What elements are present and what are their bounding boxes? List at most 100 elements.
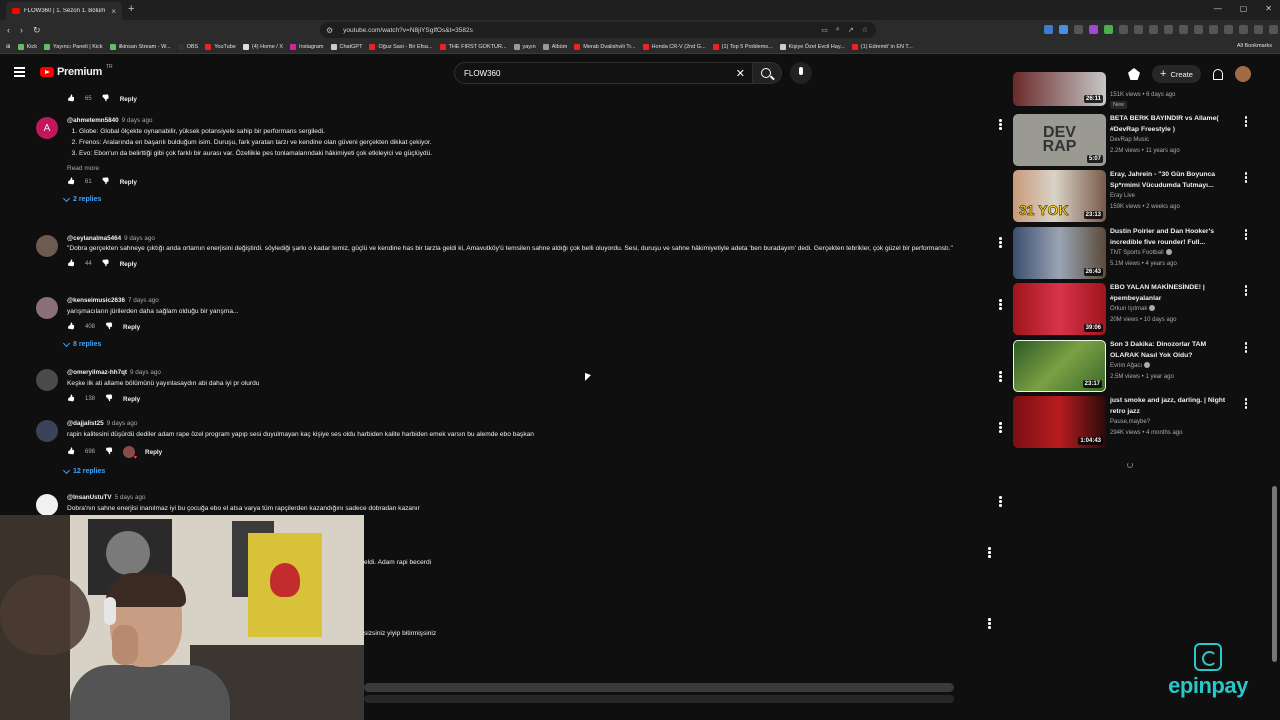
video-thumbnail[interactable]: 26:43 [1013,227,1106,279]
comment-time[interactable]: 9 days ago [122,117,153,124]
reply-button[interactable]: Reply [123,324,140,331]
browser-tab[interactable]: FLOW360 | 1. Sezon 1. Bölüm | S × [6,2,122,20]
like-button[interactable] [67,448,75,456]
avatar[interactable] [36,235,58,257]
comment-time[interactable]: 9 days ago [130,369,161,376]
profile-menu-icon[interactable] [1269,25,1278,34]
video-menu-icon[interactable] [1244,172,1247,184]
video-title[interactable]: Dustin Poirier and Dan Hooker's incredib… [1110,227,1228,248]
extension-icon[interactable] [1149,25,1158,34]
channel-name[interactable]: DevRap Music [1110,135,1228,146]
extension-icon[interactable] [1089,25,1098,34]
video-thumbnail[interactable]: 23:17 [1013,340,1106,392]
comment-author[interactable]: @InsanUstuTV [67,494,112,501]
bookmark-item[interactable]: Honda CR-V (2nd G... [642,43,706,50]
extension-icon[interactable] [1224,25,1233,34]
video-thumbnail[interactable]: 26:11 [1013,72,1106,106]
extension-icon[interactable] [1044,25,1053,34]
channel-name[interactable]: Evrim Ağacı [1110,361,1228,372]
reply-button[interactable]: Reply [120,261,137,268]
comment-time[interactable]: 9 days ago [107,420,138,427]
bookmark-item[interactable]: (1) Top 5 Problems... [712,43,773,50]
menu-icon[interactable] [14,67,25,79]
voice-search-button[interactable] [790,62,812,84]
video-title[interactable]: just smoke and jazz, darling. | Night re… [1110,396,1228,417]
bookmark-item[interactable]: THE FIRST GOKTUR... [439,43,507,50]
reload-icon[interactable]: ↻ [33,25,41,36]
avatar[interactable] [36,297,58,319]
read-more-link[interactable]: Read more [67,165,984,172]
video-card[interactable]: 1:04:43 just smoke and jazz, darling. | … [1013,396,1247,448]
video-menu-icon[interactable] [1244,342,1247,354]
dislike-button[interactable] [102,178,110,186]
video-card[interactable]: 23:17 Son 3 Dakika: Dinozorlar TAM OLARA… [1013,340,1247,392]
comment-author[interactable]: @dajjalist25 [67,420,104,427]
like-button[interactable] [67,178,75,186]
extension-icon[interactable] [1194,25,1203,34]
video-thumbnail[interactable]: 39:06 [1013,283,1106,335]
apps-icon[interactable]: ⊞ [6,44,11,50]
scrollbar-thumb[interactable] [1272,486,1277,662]
reply-button[interactable]: Reply [123,396,140,403]
bookmark-item[interactable]: ilkinsan Stream - W... [109,43,171,50]
comment-menu-icon[interactable] [999,422,1002,434]
video-thumbnail[interactable]: 31 YOK 23:13 [1013,170,1106,222]
minimize-icon[interactable]: — [1214,4,1222,13]
bookmark-star-icon[interactable]: ☆ [862,26,868,34]
extension-icon[interactable] [1254,25,1263,34]
view-replies-button[interactable]: 8 replies [62,339,984,348]
site-info-icon[interactable]: ⚙ [326,26,333,35]
comment-menu-icon[interactable] [999,237,1002,249]
comment-time[interactable]: 5 days ago [115,494,146,501]
view-replies-button[interactable]: 2 replies [62,194,984,203]
like-button[interactable] [67,95,75,103]
bookmark-item[interactable]: (1) Edremit' in EN T... [851,43,913,50]
extension-icon[interactable] [1104,25,1113,34]
comment-menu-icon[interactable] [999,299,1002,311]
comment-menu-icon[interactable] [999,119,1002,131]
comment-time[interactable]: 7 days ago [128,297,159,304]
bookmark-item[interactable]: Kick [17,43,37,50]
forward-icon[interactable]: › [20,25,23,36]
bookmark-item[interactable]: OBS [177,43,198,50]
bookmark-item[interactable]: Yayıncı Paneli | Kick [44,43,103,50]
address-bar[interactable]: ⚙ youtube.com/watch?v=N8jiYSgIfOs&t=3582… [320,22,876,38]
search-input[interactable]: FLOW360 ✕ [454,62,754,84]
extension-icon[interactable] [1074,25,1083,34]
channel-name[interactable]: Pause,maybe? [1110,417,1228,428]
video-card[interactable]: 39:06 EBO YALAN MAKİNESİNDE! | #pembeyal… [1013,283,1247,335]
bookmark-item[interactable]: (4) Home / X [242,43,283,50]
bookmark-item[interactable]: ChatGPT [330,43,362,50]
avatar[interactable] [36,420,58,442]
comment-menu-icon[interactable] [988,547,991,559]
new-tab-button[interactable]: + [128,3,134,15]
video-card[interactable]: 26:11 151K views • 6 days ago New [1013,72,1247,109]
search-button[interactable] [752,62,782,84]
dislike-button[interactable] [105,448,113,456]
close-tab-icon[interactable]: × [111,7,116,16]
dislike-button[interactable] [102,260,110,268]
bookmark-item[interactable]: Instagram [290,43,324,50]
avatar[interactable]: A [36,117,58,139]
dislike-button[interactable] [105,395,113,403]
comment-menu-icon[interactable] [999,371,1002,383]
video-card[interactable]: 31 YOK 23:13 Eray, Jahrein - "30 Gün Boy… [1013,170,1247,222]
channel-name[interactable]: TNT Sports Football [1110,248,1228,259]
reply-button[interactable]: Reply [145,449,162,456]
maximize-icon[interactable]: ▢ [1240,4,1248,13]
install-icon[interactable]: ▭ [821,26,828,34]
comment-author[interactable]: @ceylanalma5464 [67,235,121,242]
video-menu-icon[interactable] [1244,229,1247,241]
video-title[interactable]: BETA BERK BAYINDIR vs Allame( #DevRap Fr… [1110,114,1228,135]
bookmark-folder[interactable]: Albüm [542,43,567,50]
avatar[interactable] [36,369,58,391]
comment-author[interactable]: @ahmetemn5840 [67,117,119,124]
bookmark-item[interactable]: Kişiye Özel Evcil Hay... [779,43,845,50]
back-icon[interactable]: ‹ [7,25,10,36]
video-title[interactable]: EBO YALAN MAKİNESİNDE! | #pembeyalanlar [1110,283,1228,304]
video-card[interactable]: DEV RAP 5:07 BETA BERK BAYINDIR vs Allam… [1013,114,1247,166]
zoom-icon[interactable]: ⌕ [836,26,840,34]
video-thumbnail[interactable]: DEV RAP 5:07 [1013,114,1106,166]
view-replies-button[interactable]: 12 replies [62,466,984,475]
share-icon[interactable]: ↗ [848,26,854,34]
